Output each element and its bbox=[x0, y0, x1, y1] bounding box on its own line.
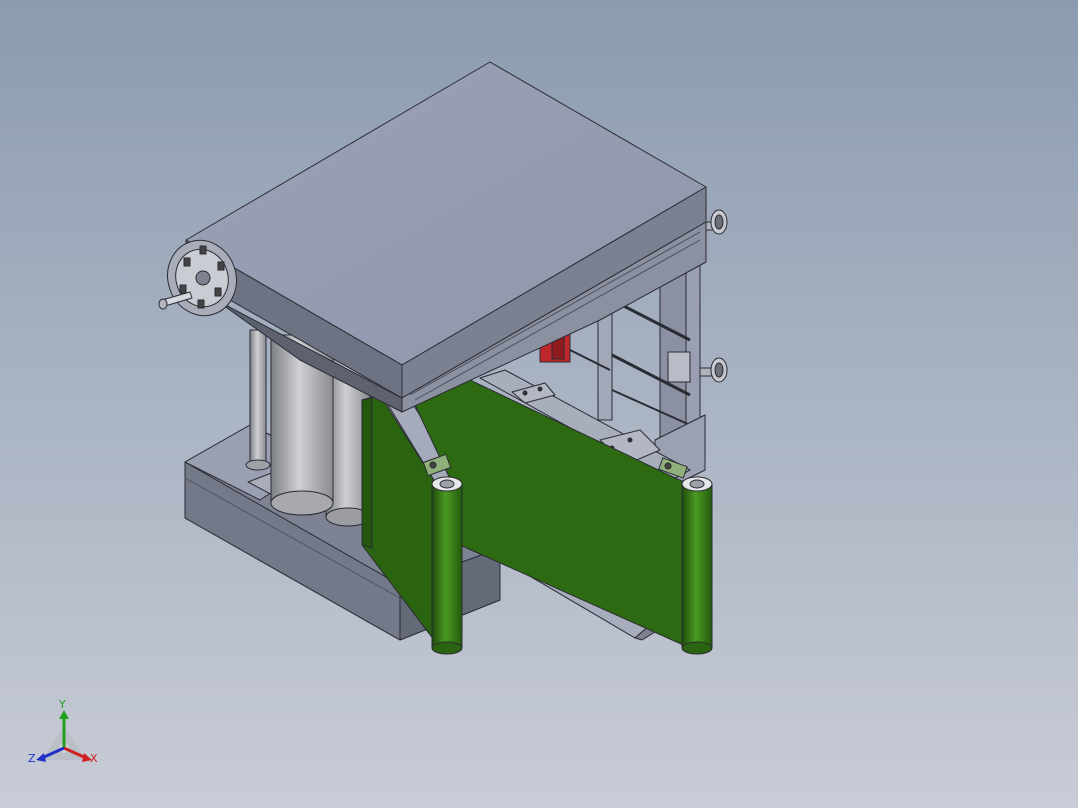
green-roller-left bbox=[431, 476, 463, 655]
green-roller-right bbox=[681, 476, 713, 655]
z-axis-label: Z bbox=[28, 752, 36, 765]
y-axis-label: Y bbox=[58, 698, 66, 711]
guide-rod bbox=[245, 329, 271, 471]
x-axis-label: X bbox=[90, 752, 98, 765]
cad-viewport[interactable]: Y X Z bbox=[0, 0, 1078, 808]
